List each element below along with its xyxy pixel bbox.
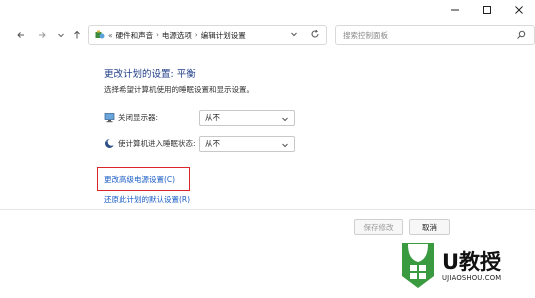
cancel-button[interactable]: 取消 [409, 219, 450, 235]
address-bar[interactable]: « 硬件和声音 › 电源选项 › 编辑计划设置 [88, 25, 327, 45]
moon-icon [105, 138, 115, 148]
breadcrumb-hardware-sound[interactable]: 硬件和声音 [116, 30, 154, 41]
search-input[interactable]: 搜索控制面板 [335, 25, 535, 45]
watermark-subtitle: UJIAOSHOU.COM [442, 274, 502, 282]
maximize-icon [483, 6, 491, 14]
advanced-power-settings-link[interactable]: 更改高级电源设置(C) [104, 174, 175, 185]
page-subtitle: 选择希望计算机使用的睡眠设置和显示设置。 [104, 85, 254, 94]
watermark-logo: U教授 UJIAOSHOU.COM [398, 240, 528, 292]
shield-windows-logo-icon [402, 243, 434, 288]
up-button[interactable] [70, 28, 84, 42]
chevron-down-icon [58, 33, 64, 38]
footer-divider [0, 209, 535, 210]
watermark-title: U教授 [442, 250, 502, 274]
save-changes-button[interactable]: 保存修改 [354, 219, 403, 235]
minimize-button[interactable] [439, 0, 471, 20]
control-panel-icon [95, 30, 105, 39]
display-off-label: 关闭显示器: [118, 113, 159, 122]
forward-button[interactable] [35, 28, 49, 42]
breadcrumb-edit-plan[interactable]: 编辑计划设置 [201, 30, 246, 41]
window-controls [439, 0, 535, 20]
close-icon [515, 6, 523, 14]
chevron-down-icon [291, 32, 297, 37]
back-button[interactable] [14, 28, 28, 42]
search-icon [516, 30, 526, 42]
refresh-icon [311, 29, 319, 38]
display-off-select[interactable]: 从不 [199, 110, 295, 126]
display-off-value: 从不 [205, 113, 220, 122]
breadcrumb-root[interactable]: « [108, 31, 113, 40]
sleep-value: 从不 [205, 139, 220, 148]
minimize-icon [451, 9, 459, 11]
refresh-button[interactable] [310, 29, 320, 42]
sleep-label: 使计算机进入睡眠状态: [118, 139, 196, 148]
display-off-setting: 关闭显示器: 从不 [104, 110, 304, 126]
monitor-icon [104, 113, 115, 123]
recent-locations-button[interactable] [54, 28, 68, 42]
address-dropdown-button[interactable] [290, 30, 298, 40]
maximize-button[interactable] [471, 0, 503, 20]
chevron-down-icon [282, 143, 288, 148]
breadcrumb-separator: › [194, 31, 198, 39]
breadcrumb-separator: › [156, 31, 159, 39]
page-title: 更改计划的设置: 平衡 [104, 69, 196, 80]
restore-defaults-link[interactable]: 还原此计划的默认设置(R) [104, 194, 190, 205]
sleep-select[interactable]: 从不 [199, 136, 295, 152]
forward-arrow-icon [39, 32, 46, 38]
chevron-down-icon [282, 117, 288, 122]
search-placeholder: 搜索控制面板 [343, 30, 388, 40]
breadcrumb-power-options[interactable]: 电源选项 [162, 30, 192, 41]
close-button[interactable] [503, 0, 535, 20]
sleep-setting: 使计算机进入睡眠状态: 从不 [104, 136, 304, 152]
navigation-bar: « 硬件和声音 › 电源选项 › 编辑计划设置 搜索控制面板 [0, 24, 535, 48]
back-arrow-icon [17, 32, 24, 38]
up-arrow-icon [74, 30, 80, 39]
